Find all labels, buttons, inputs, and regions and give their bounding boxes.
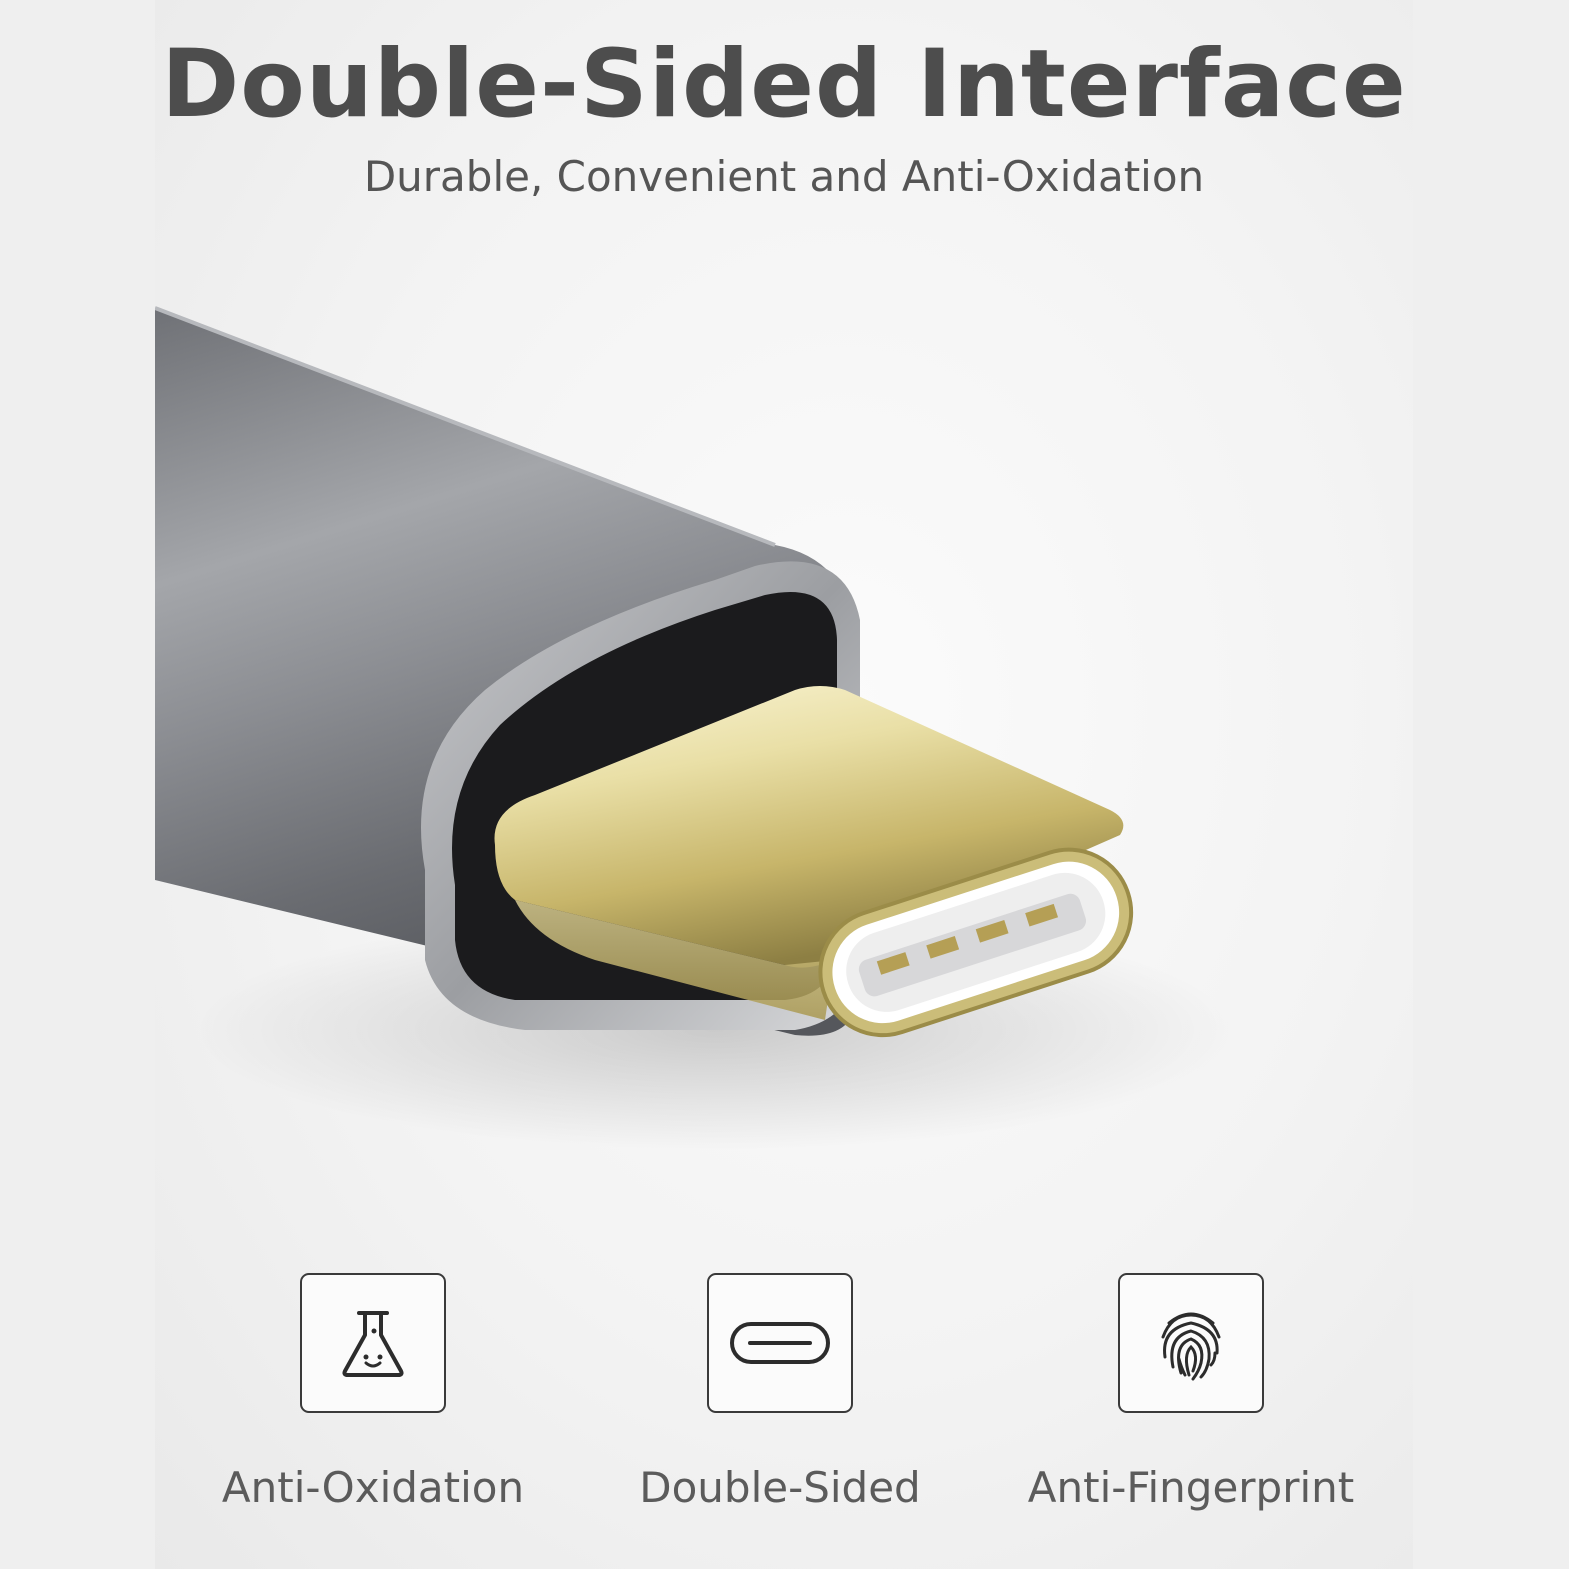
feature-label: Anti-Oxidation bbox=[221, 1463, 525, 1512]
right-margin bbox=[1413, 0, 1569, 1569]
feature-anti-fingerprint: Anti-Fingerprint bbox=[1021, 1273, 1361, 1512]
fingerprint-icon bbox=[1161, 1312, 1221, 1381]
left-margin bbox=[0, 0, 155, 1569]
feature-label: Anti-Fingerprint bbox=[1027, 1463, 1355, 1512]
usb-c-port-icon bbox=[730, 1322, 830, 1364]
feature-label: Double-Sided bbox=[639, 1463, 921, 1512]
flask-icon bbox=[342, 1311, 404, 1377]
product-panel: Double-Sided Interface Durable, Convenie… bbox=[155, 0, 1413, 1569]
feature-anti-oxidation: Anti-Oxidation bbox=[203, 1273, 543, 1512]
feature-icon-box bbox=[300, 1273, 446, 1413]
feature-double-sided: Double-Sided bbox=[610, 1273, 950, 1512]
feature-icon-box bbox=[707, 1273, 853, 1413]
usb-c-connector-image bbox=[155, 306, 1235, 1150]
feature-icon-box bbox=[1118, 1273, 1264, 1413]
